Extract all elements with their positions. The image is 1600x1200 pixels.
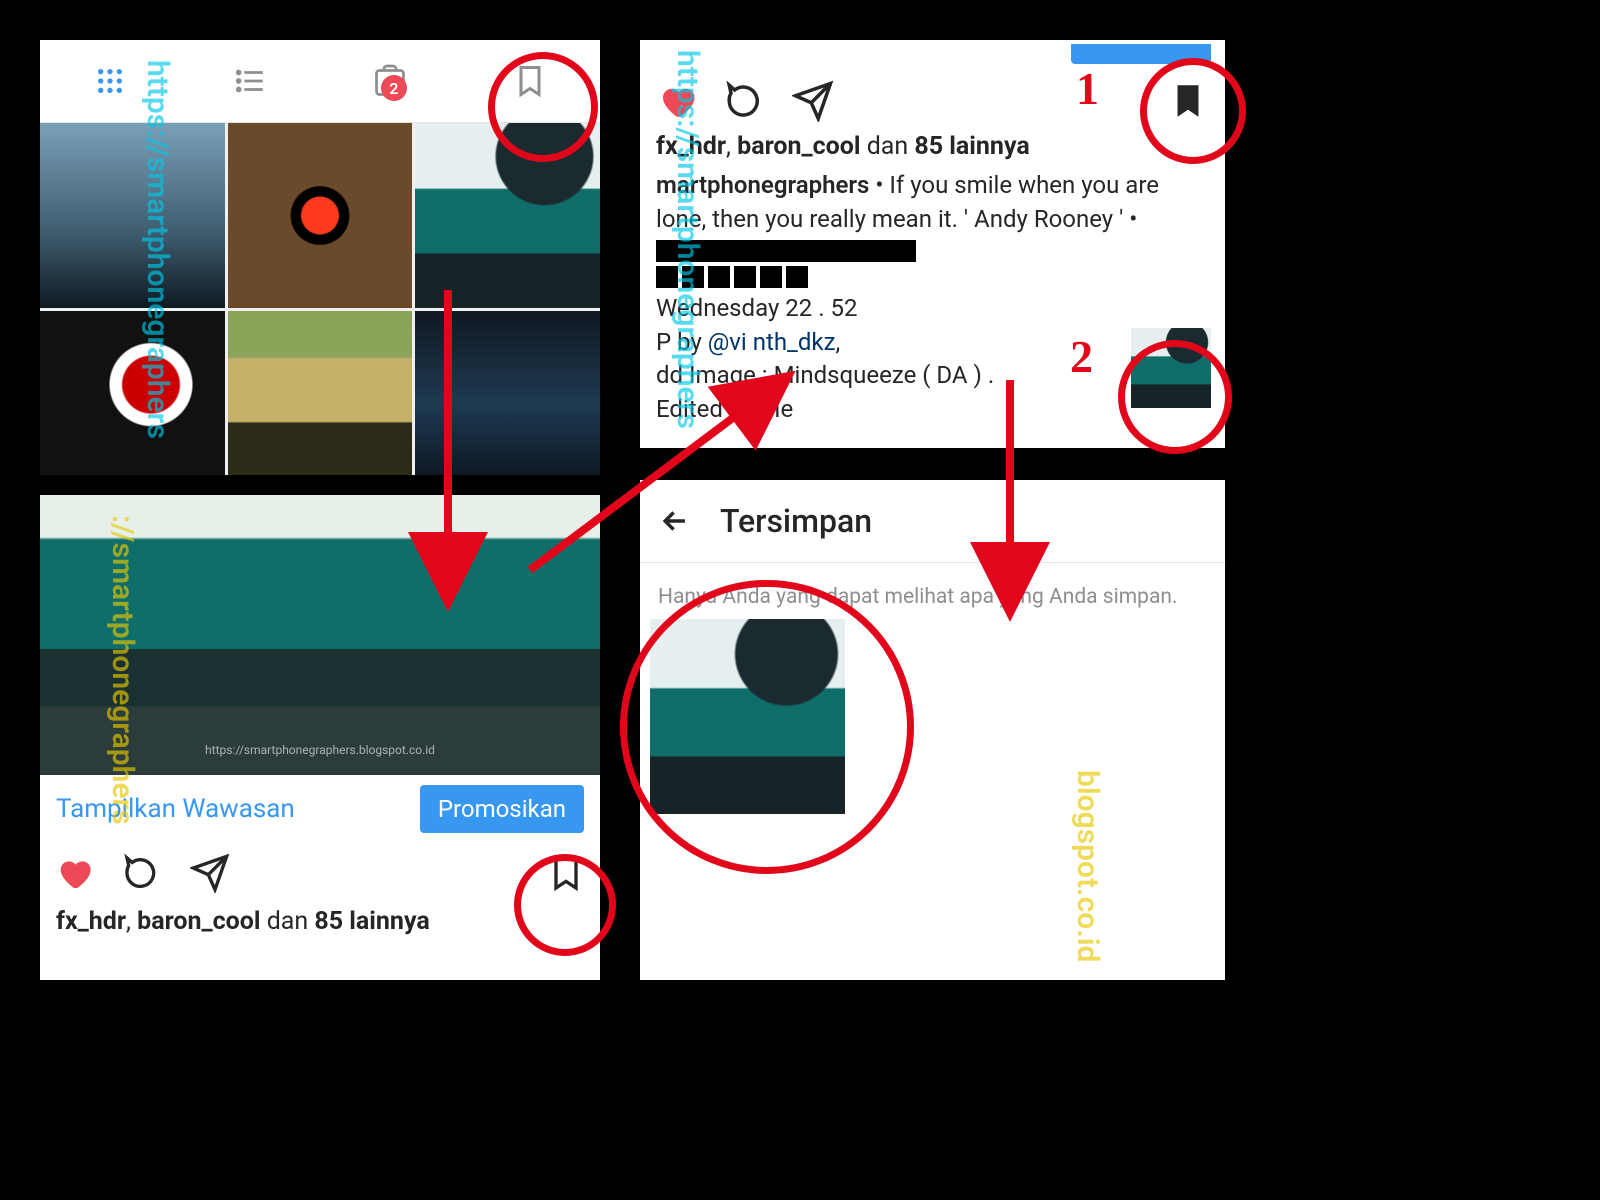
list-icon xyxy=(233,64,267,98)
annotation-number: 2 xyxy=(1070,330,1093,383)
profile-panel: 2 xyxy=(40,40,600,475)
profile-tab-row: 2 xyxy=(40,40,600,123)
profile-grid xyxy=(40,123,600,475)
tab-list[interactable] xyxy=(180,64,320,98)
heart-icon[interactable] xyxy=(54,853,94,893)
tab-grid[interactable] xyxy=(40,65,180,97)
redacted-bar xyxy=(656,240,916,262)
saved-panel: Tersimpan Hanya Anda yang dapat melihat … xyxy=(640,480,1225,980)
comment-icon[interactable] xyxy=(724,80,766,122)
insights-link[interactable]: Tampilkan Wawasan xyxy=(56,794,295,824)
comment-icon[interactable] xyxy=(122,853,162,893)
likes-count: 85 lainnya xyxy=(314,907,429,936)
annotation-number: 1 xyxy=(1076,62,1099,115)
post-image[interactable]: https://smartphonegraphers.blogspot.co.i… xyxy=(40,495,600,775)
promote-button[interactable]: Promosikan xyxy=(420,785,584,833)
post-detail-panel: fx_hdr, baron_cool dan 85 lainnya martph… xyxy=(640,40,1225,448)
mention-link[interactable]: @vi nth_dkz xyxy=(708,328,836,356)
back-icon[interactable] xyxy=(658,504,692,538)
time-text: Wednesday 22 . 52 xyxy=(656,294,857,322)
share-icon[interactable] xyxy=(190,853,230,893)
share-icon[interactable] xyxy=(792,80,834,122)
cutoff-button xyxy=(1071,44,1211,64)
grid-thumb[interactable] xyxy=(415,311,600,475)
bookmark-icon[interactable] xyxy=(546,853,586,893)
grid-thumb[interactable] xyxy=(415,123,600,308)
grid-thumb[interactable] xyxy=(228,123,413,308)
tab-tagged[interactable]: 2 xyxy=(320,63,460,99)
grid-thumb[interactable] xyxy=(40,311,225,475)
likes-user1: fx_hdr xyxy=(56,907,126,936)
saved-title: Tersimpan xyxy=(720,502,872,540)
bookmark-filled-icon[interactable] xyxy=(1167,80,1209,122)
caption-author[interactable]: martphonegraphers xyxy=(656,171,869,199)
post-actions xyxy=(40,843,600,903)
grid-thumb[interactable] xyxy=(228,311,413,475)
redacted-squares xyxy=(656,266,1209,288)
image-watermark: https://smartphonegraphers.blogspot.co.i… xyxy=(205,743,435,757)
bookmark-icon xyxy=(512,63,548,99)
saved-hint: Hanya Anda yang dapat melihat apa yang A… xyxy=(640,563,1225,619)
likes-user2: baron_cool xyxy=(137,907,260,936)
saved-header: Tersimpan xyxy=(640,480,1225,563)
insight-row: Tampilkan Wawasan Promosikan xyxy=(40,775,600,843)
grid-icon xyxy=(94,65,126,97)
detail-likes-line[interactable]: fx_hdr, baron_cool dan 85 lainnya xyxy=(640,128,1225,165)
grid-thumb[interactable] xyxy=(40,123,225,308)
save-toast-thumb[interactable] xyxy=(1131,328,1211,408)
detail-actions xyxy=(640,68,1225,128)
tagged-badge: 2 xyxy=(381,75,407,101)
post-panel: https://smartphonegraphers.blogspot.co.i… xyxy=(40,495,600,980)
tab-saved[interactable] xyxy=(460,63,600,99)
heart-icon[interactable] xyxy=(656,80,698,122)
likes-line[interactable]: fx_hdr, baron_cool dan 85 lainnya xyxy=(40,903,600,940)
saved-thumb[interactable] xyxy=(650,619,845,814)
